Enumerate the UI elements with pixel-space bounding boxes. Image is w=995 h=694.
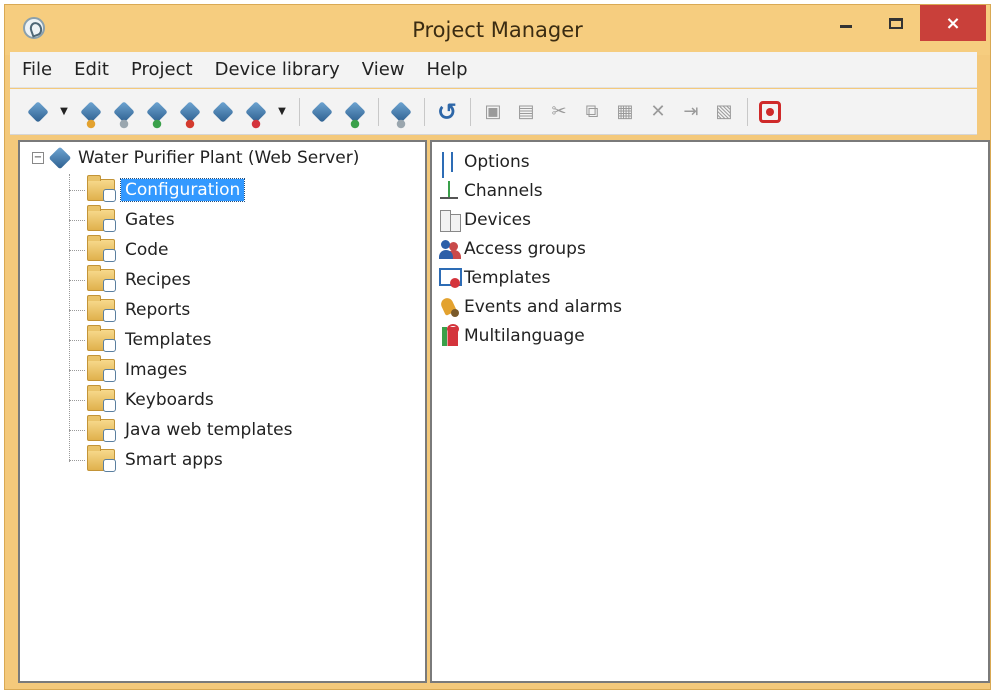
paste-icon[interactable]: ▦ xyxy=(611,98,639,126)
tree-item-smart-apps[interactable]: Smart apps xyxy=(69,445,227,474)
configuration-folder-icon xyxy=(87,175,116,202)
add-project-icon[interactable] xyxy=(143,98,171,126)
java-web-templates-folder-icon xyxy=(87,415,116,442)
rename-icon[interactable]: ▤ xyxy=(512,98,540,126)
tree-item-label: Templates xyxy=(125,330,212,350)
tree-item-reports[interactable]: Reports xyxy=(69,295,194,324)
tree-item-gates[interactable]: Gates xyxy=(69,205,179,234)
stop-icon[interactable] xyxy=(756,98,784,126)
tree-item-configuration[interactable]: Configuration xyxy=(69,175,246,204)
list-item-label: Templates xyxy=(464,268,551,288)
configuration-list-pane[interactable]: Options Channels Devices Access groups T… xyxy=(430,140,990,683)
templates-folder-icon xyxy=(87,325,116,352)
maximize-icon xyxy=(889,17,903,29)
images-folder-icon xyxy=(87,355,116,382)
tree-item-label: Recipes xyxy=(125,270,191,290)
toolbar-separator xyxy=(299,97,300,126)
keyboards-folder-icon xyxy=(87,385,116,412)
project-properties-icon[interactable] xyxy=(209,98,237,126)
channels-icon xyxy=(438,179,462,203)
tree-item-code[interactable]: Code xyxy=(69,235,173,264)
menu-edit[interactable]: Edit xyxy=(74,59,109,80)
menu-project[interactable]: Project xyxy=(131,59,193,80)
delete-icon[interactable]: ✕ xyxy=(644,98,672,126)
close-icon: × xyxy=(945,12,961,34)
list-item-multilanguage[interactable]: Multilanguage xyxy=(438,322,585,350)
tree-item-images[interactable]: Images xyxy=(69,355,191,384)
gates-folder-icon xyxy=(87,205,116,232)
options-icon xyxy=(438,150,462,174)
code-folder-icon xyxy=(87,235,116,262)
upload-icon[interactable] xyxy=(341,98,369,126)
download-icon[interactable] xyxy=(308,98,336,126)
devices-icon xyxy=(438,208,462,232)
tree-item-label: Images xyxy=(125,360,188,380)
simulate-icon[interactable] xyxy=(387,98,415,126)
new-icon[interactable]: ▣ xyxy=(479,98,507,126)
open-project-icon[interactable] xyxy=(77,98,105,126)
list-item-label: Options xyxy=(464,152,530,172)
dropdown-arrow-icon[interactable]: ▼ xyxy=(275,98,289,126)
smart-apps-folder-icon xyxy=(87,445,116,472)
toolbar-separator xyxy=(424,97,425,126)
menu-device-library[interactable]: Device library xyxy=(215,59,340,80)
list-item-events-and-alarms[interactable]: Events and alarms xyxy=(438,293,622,321)
recipes-folder-icon xyxy=(87,265,116,292)
tree-item-label: Configuration xyxy=(119,178,246,202)
tree-item-label: Code xyxy=(125,240,169,260)
project-cube-icon[interactable] xyxy=(24,98,52,126)
list-item-label: Multilanguage xyxy=(464,326,585,346)
list-item-templates[interactable]: Templates xyxy=(438,264,550,292)
menu-help[interactable]: Help xyxy=(427,59,468,80)
project-tree-pane[interactable]: − Water Purifier Plant (Web Server) Conf… xyxy=(18,140,427,683)
list-item-label: Channels xyxy=(464,181,543,201)
list-item-channels[interactable]: Channels xyxy=(438,177,543,205)
tree-item-label: Gates xyxy=(125,210,175,230)
tree-item-java-web-templates[interactable]: Java web templates xyxy=(69,415,296,444)
menu-file[interactable]: File xyxy=(22,59,52,80)
minimize-icon xyxy=(840,24,852,28)
toolbar-separator xyxy=(378,97,379,126)
tree-item-label: Keyboards xyxy=(125,390,214,410)
maximize-button[interactable] xyxy=(875,5,917,41)
import-icon[interactable]: ▧ xyxy=(710,98,738,126)
list-item-label: Access groups xyxy=(464,239,586,259)
tree-item-templates[interactable]: Templates xyxy=(69,325,215,354)
refresh-icon[interactable]: ↺ xyxy=(433,98,461,126)
tree-item-label: Reports xyxy=(125,300,191,320)
favorite-project-icon[interactable] xyxy=(242,98,270,126)
tree-item-label: Java web templates xyxy=(125,420,293,440)
access-groups-icon xyxy=(438,237,462,261)
list-item-label: Devices xyxy=(464,210,531,230)
menu-view[interactable]: View xyxy=(362,59,405,80)
list-item-devices[interactable]: Devices xyxy=(438,206,531,234)
collapse-icon[interactable]: − xyxy=(32,152,44,164)
search-project-icon[interactable] xyxy=(110,98,138,126)
delete-project-icon[interactable] xyxy=(176,98,204,126)
toolbar-separator xyxy=(470,97,471,126)
copy-icon[interactable]: ⧉ xyxy=(578,98,606,126)
list-item-access-groups[interactable]: Access groups xyxy=(438,235,586,263)
project-cube-icon xyxy=(48,146,72,170)
dropdown-arrow-icon[interactable]: ▼ xyxy=(57,98,71,126)
toolbar-separator xyxy=(747,97,748,126)
cut-icon[interactable]: ✂ xyxy=(545,98,573,126)
title-bar[interactable]: Project Manager × xyxy=(5,5,990,55)
tree-root-label: Water Purifier Plant (Web Server) xyxy=(78,148,360,168)
list-item-label: Events and alarms xyxy=(464,297,623,317)
tree-item-recipes[interactable]: Recipes xyxy=(69,265,195,294)
tree-root[interactable]: − Water Purifier Plant (Web Server) xyxy=(32,146,360,170)
events-alarms-icon xyxy=(438,295,462,319)
list-item-options[interactable]: Options xyxy=(438,148,530,176)
tree-item-label: Smart apps xyxy=(125,450,223,470)
templates-icon xyxy=(438,266,462,290)
minimize-button[interactable] xyxy=(825,5,867,41)
close-button[interactable]: × xyxy=(920,5,986,41)
multilanguage-icon xyxy=(438,324,462,348)
tree-item-keyboards[interactable]: Keyboards xyxy=(69,385,218,414)
toolbar: ▼ ▼ ↺ ▣ ▤ ✂ ⧉ ▦ ✕ ⇥ ▧ xyxy=(10,89,977,135)
reports-folder-icon xyxy=(87,295,116,322)
export-icon[interactable]: ⇥ xyxy=(677,98,705,126)
menu-bar: File Edit Project Device library View He… xyxy=(10,52,977,88)
